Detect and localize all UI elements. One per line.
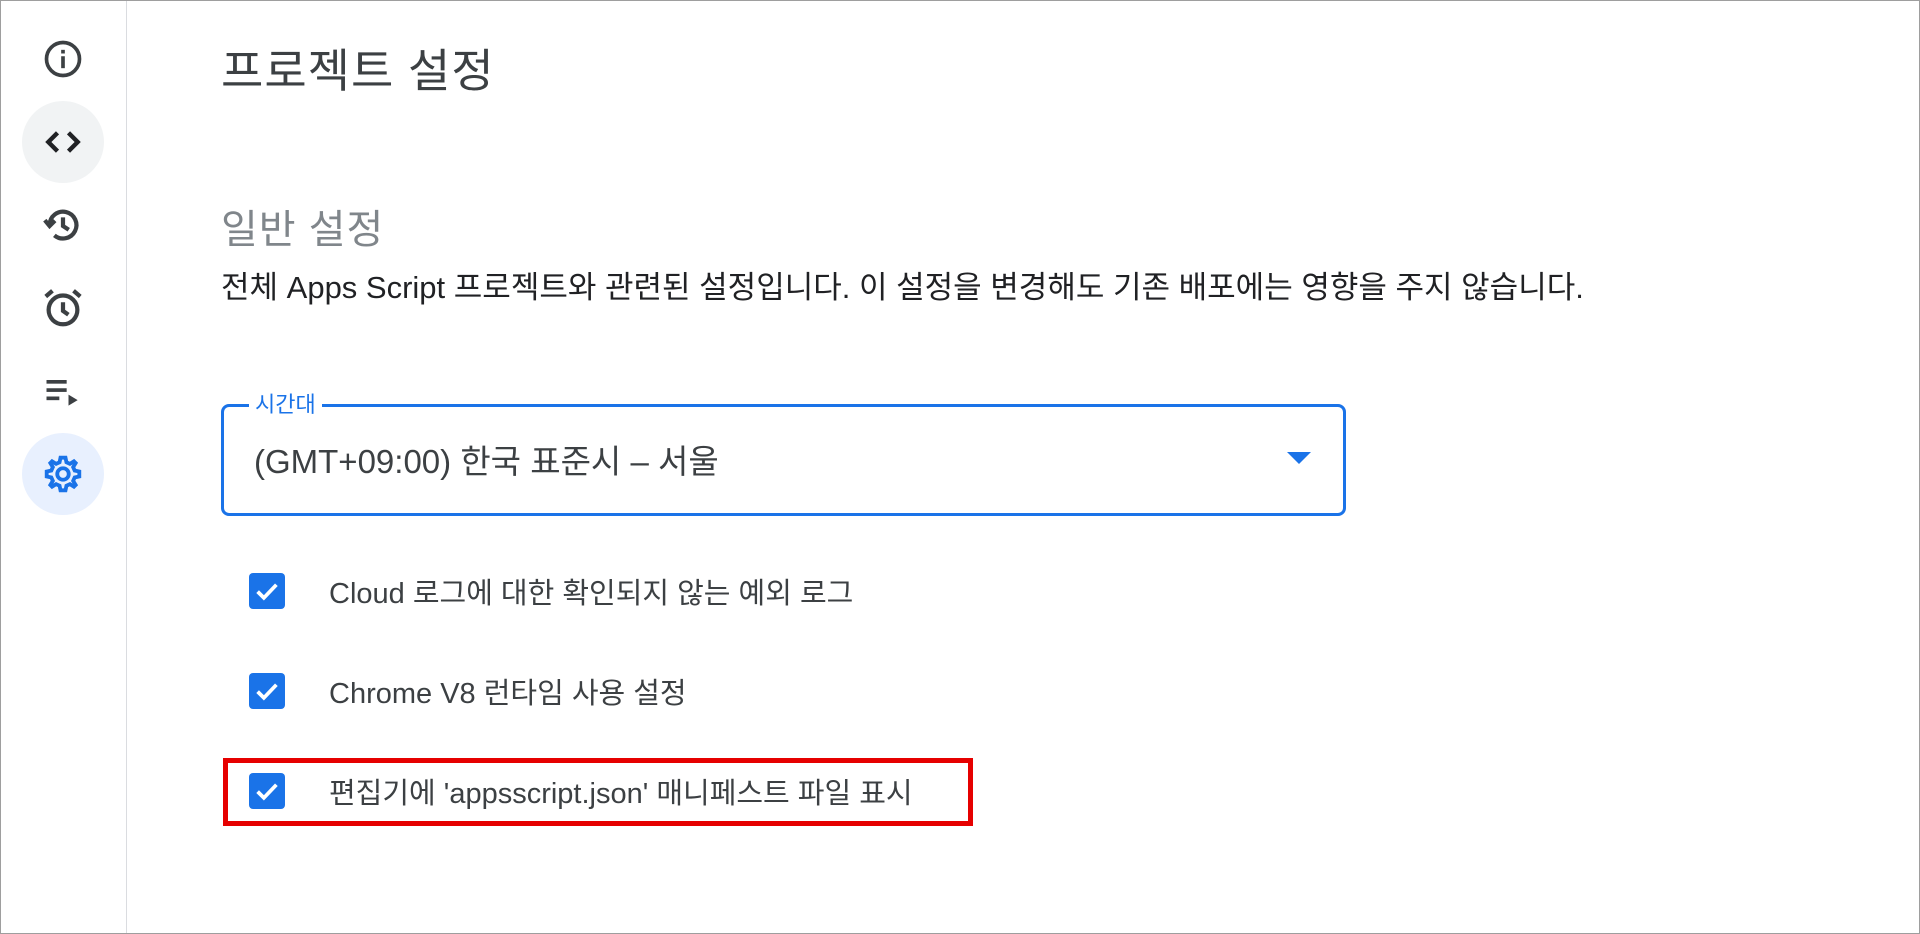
option-label-v8-runtime: Chrome V8 런타임 사용 설정: [329, 678, 687, 710]
timezone-label: 시간대: [249, 390, 322, 420]
checkbox-v8-runtime[interactable]: [249, 673, 285, 709]
sidebar-item-executions[interactable]: [22, 350, 104, 432]
code-icon: [41, 120, 85, 164]
checkmark-icon: [256, 583, 278, 601]
history-icon: [40, 202, 86, 248]
gear-icon: [40, 451, 86, 497]
sidebar-item-editor[interactable]: [22, 101, 104, 183]
sidebar-item-settings[interactable]: [22, 433, 104, 515]
page-title: 프로젝트 설정: [221, 45, 495, 97]
option-cloud-logging[interactable]: Cloud 로그에 대한 확인되지 않는 예외 로그: [249, 569, 853, 613]
executions-icon: [41, 369, 85, 413]
checkmark-icon: [256, 683, 278, 701]
app-frame: 프로젝트 설정 일반 설정 전체 Apps Script 프로젝트와 관련된 설…: [0, 0, 1920, 934]
alarm-icon: [40, 285, 86, 331]
highlight-box: [223, 758, 973, 826]
sidebar-item-overview[interactable]: [22, 18, 104, 100]
sidebar-item-history[interactable]: [22, 184, 104, 266]
checkbox-cloud-logging[interactable]: [249, 573, 285, 609]
section-title-general: 일반 설정: [221, 208, 385, 252]
timezone-value: (GMT+09:00) 한국 표준시 – 서울: [254, 443, 719, 480]
section-description: 전체 Apps Script 프로젝트와 관련된 설정입니다. 이 설정을 변경…: [221, 270, 1584, 305]
timezone-select[interactable]: 시간대 (GMT+09:00) 한국 표준시 – 서울: [221, 390, 1346, 516]
info-icon: [41, 37, 85, 81]
dropdown-arrow-icon: [1287, 452, 1311, 464]
option-v8-runtime[interactable]: Chrome V8 런타임 사용 설정: [249, 669, 687, 713]
sidebar-item-triggers[interactable]: [22, 267, 104, 349]
option-label-cloud-logging: Cloud 로그에 대한 확인되지 않는 예외 로그: [329, 578, 854, 610]
sidebar-rail: [1, 1, 127, 933]
